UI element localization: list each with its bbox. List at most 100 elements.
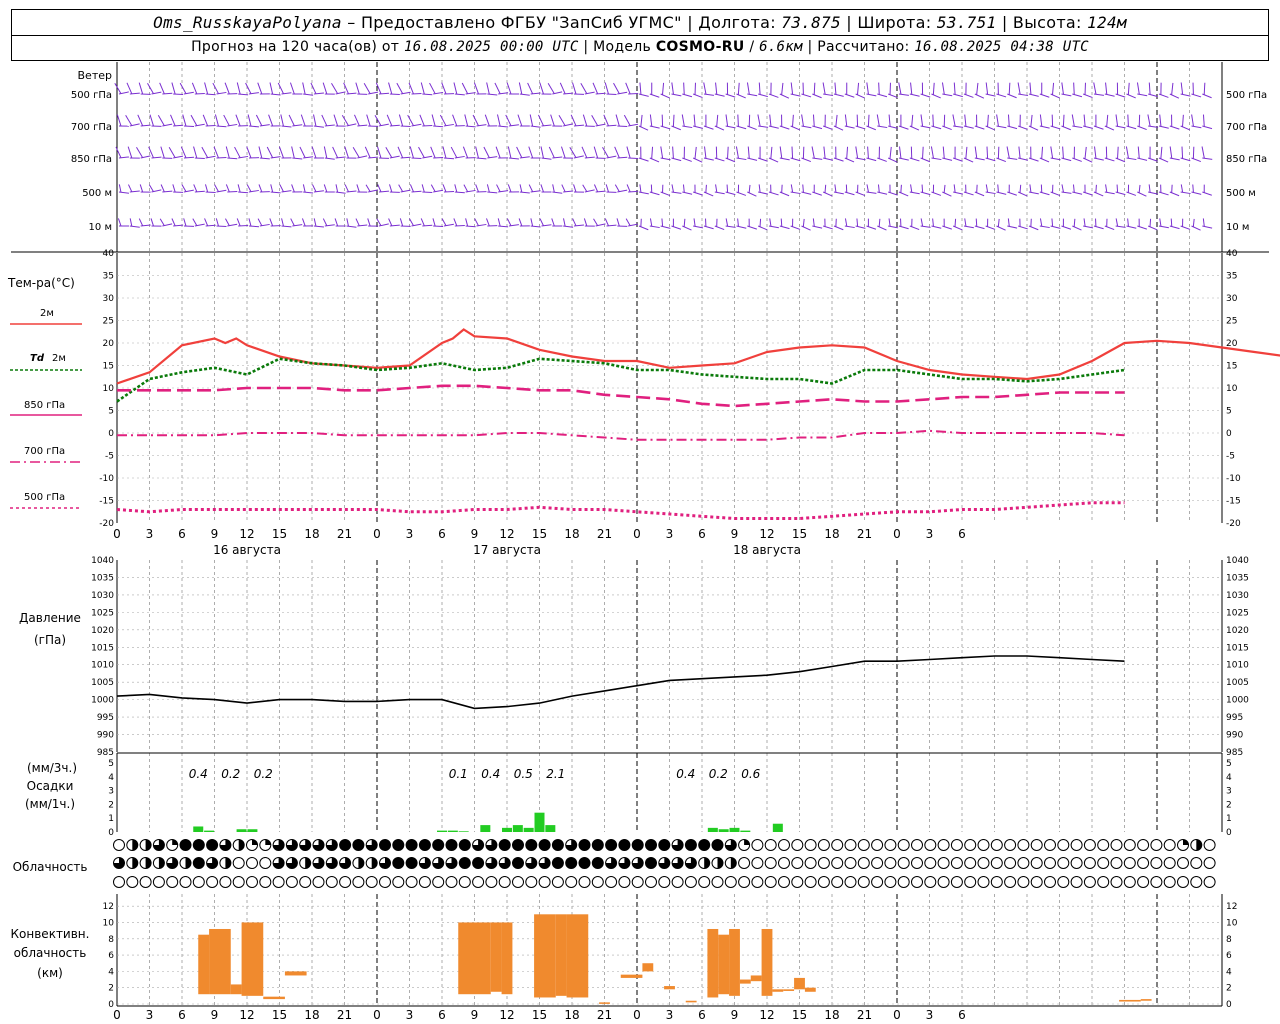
wind-barb-flag bbox=[604, 218, 609, 227]
wind-barb-flag bbox=[398, 184, 404, 192]
cloud-circle bbox=[897, 839, 910, 851]
cloud-circle bbox=[325, 876, 338, 888]
pressure-tick-right: 1035 bbox=[1226, 573, 1249, 583]
cloud-circle bbox=[472, 857, 485, 869]
wind-barb-flag bbox=[888, 114, 891, 127]
wind-barb-flag bbox=[943, 184, 946, 193]
wind-barb-flag bbox=[128, 184, 133, 193]
precip-tick-left: 3 bbox=[108, 787, 114, 797]
cloud-circle bbox=[977, 857, 990, 869]
wind-barb-flag bbox=[672, 114, 675, 127]
wind-barb-flag bbox=[694, 146, 697, 159]
wind-barb-flag bbox=[302, 184, 306, 193]
wind-barb-flag bbox=[114, 83, 122, 94]
cloud-circle bbox=[445, 876, 458, 888]
cloud-circle bbox=[857, 839, 870, 851]
cloud-circle bbox=[937, 857, 950, 869]
wind-barb-flag bbox=[429, 82, 436, 94]
cloud-circle bbox=[1030, 857, 1043, 869]
conv-bar bbox=[772, 989, 784, 992]
wind-barb-flag bbox=[465, 218, 469, 227]
temp-tick-left: 15 bbox=[103, 362, 114, 372]
wind-barb-flag bbox=[366, 114, 371, 127]
wind-barb-flag bbox=[1051, 218, 1054, 227]
wind-barb-flag bbox=[757, 114, 761, 127]
temp-hour-tick: 6 bbox=[698, 527, 706, 541]
temp-tick-left: 25 bbox=[103, 317, 114, 327]
cloud-circle bbox=[1123, 876, 1136, 888]
precip-bar bbox=[480, 825, 491, 832]
cloud-circle bbox=[711, 876, 724, 888]
pressure-tick-right: 995 bbox=[1226, 713, 1243, 723]
wind-barb-flag bbox=[781, 82, 784, 95]
conv-hour-tick: 15 bbox=[272, 1008, 287, 1022]
pressure-tick-left: 995 bbox=[97, 713, 114, 723]
temp-tick-right: -20 bbox=[1226, 519, 1241, 529]
wind-barb-flag bbox=[407, 114, 414, 126]
cloud-circle bbox=[831, 857, 844, 869]
precip-bar bbox=[718, 829, 729, 832]
wind-barb-flag bbox=[1138, 184, 1141, 193]
cloud-circle bbox=[857, 876, 870, 888]
temp-hour-tick: 9 bbox=[211, 527, 219, 541]
wind-barb-flag bbox=[171, 82, 176, 95]
wind-barb-flag bbox=[932, 218, 934, 227]
wind-barb-flag bbox=[856, 218, 859, 227]
cloud-circle bbox=[831, 839, 844, 851]
precip-bar bbox=[193, 826, 204, 832]
wind-barb-flag bbox=[867, 146, 869, 159]
conv-bar bbox=[241, 922, 264, 996]
wind-barb-flag bbox=[399, 218, 404, 227]
cloud-circle bbox=[751, 857, 764, 869]
cloud-circle bbox=[844, 857, 857, 869]
cloud-circle bbox=[645, 857, 657, 869]
cloud-circle bbox=[1177, 857, 1189, 869]
wind-barb-flag bbox=[997, 218, 1000, 227]
wind-barb-flag bbox=[582, 184, 588, 192]
conv-bar bbox=[685, 1000, 697, 1003]
wind-barb-flag bbox=[715, 184, 718, 193]
wind-barb-flag bbox=[1083, 114, 1086, 127]
wind-barb-flag bbox=[518, 82, 523, 95]
wind-barb-flag bbox=[802, 218, 805, 227]
wind-barb-flag bbox=[311, 146, 317, 159]
pressure-tick-left: 1030 bbox=[91, 591, 114, 601]
cloud-circle bbox=[1083, 857, 1096, 869]
pressure-tick-right: 1025 bbox=[1226, 608, 1249, 618]
wind-barb-flag bbox=[640, 114, 643, 127]
cloud-circle bbox=[1097, 839, 1110, 851]
wind-barb-flag bbox=[737, 82, 740, 95]
precip-3h-label: 0.4 bbox=[481, 767, 500, 781]
wind-barb-flag bbox=[1105, 82, 1108, 95]
wind-barb-flag bbox=[639, 82, 642, 95]
cloud-circle bbox=[219, 876, 232, 888]
wind-barb-flag bbox=[247, 114, 252, 127]
wind-barb-flag bbox=[1115, 218, 1119, 227]
cloud-circle bbox=[405, 857, 418, 869]
cloud-half bbox=[305, 857, 311, 869]
cloud-circle bbox=[658, 839, 671, 851]
wind-barb-flag bbox=[192, 218, 198, 226]
wind-barb-flag bbox=[953, 184, 956, 193]
wind-barb-flag bbox=[1137, 146, 1140, 159]
wind-barb-flag bbox=[1030, 114, 1033, 127]
cloud-circle bbox=[911, 839, 923, 851]
precip-tick-right: 4 bbox=[1226, 773, 1232, 783]
precip-unit-1h: (мм/1ч.) bbox=[25, 797, 75, 811]
wind-barb-flag bbox=[866, 184, 869, 193]
meteogram: Ветер 500 гПа 500 гПа 700 гПа 700 гПа 850 гПа… bbox=[7, 62, 1280, 1022]
wind-barb-flag bbox=[1149, 218, 1152, 227]
wind-barb-flag bbox=[1127, 114, 1129, 127]
wind-barb-flag bbox=[932, 82, 935, 95]
temp-hour-tick: 3 bbox=[406, 527, 414, 541]
wind-barb-flag bbox=[1062, 114, 1065, 127]
cloud-circle bbox=[698, 839, 711, 851]
cloud-circle bbox=[312, 876, 325, 888]
cloud-circle bbox=[246, 876, 258, 888]
legend-t2m-label: 2м bbox=[40, 308, 54, 319]
temp-hour-tick: 18 bbox=[304, 527, 319, 541]
cloud-circle bbox=[990, 876, 1003, 888]
wind-barb-flag bbox=[181, 184, 187, 192]
cloud-circle bbox=[1123, 857, 1136, 869]
wind-barb-flag bbox=[168, 146, 176, 158]
